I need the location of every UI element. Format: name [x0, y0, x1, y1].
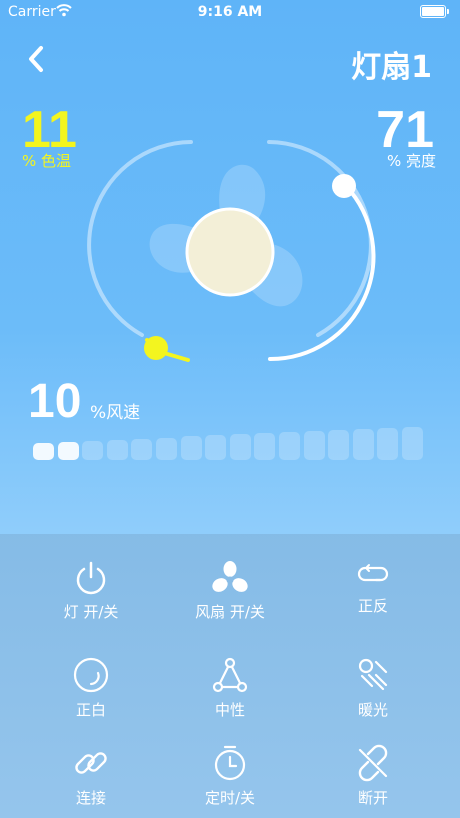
fan-toggle-button[interactable]: 风扇 开/关: [155, 560, 305, 622]
link-icon: [75, 752, 107, 774]
connect-label: 连接: [75, 789, 106, 807]
speed-segment[interactable]: [402, 426, 423, 460]
light-toggle-label: 灯 开/关: [63, 603, 119, 621]
speed-segment[interactable]: [82, 440, 104, 460]
brightness-label: % 亮度: [386, 152, 436, 170]
brightness-value: 71: [376, 101, 434, 159]
brightness-knob[interactable]: [332, 174, 356, 198]
speed-segment[interactable]: [328, 429, 350, 460]
timer-icon: [214, 745, 246, 781]
power-icon: [76, 561, 106, 595]
white-light-button[interactable]: 正白: [16, 656, 166, 720]
control-panel: 灯 开/关 风扇 开/关 正反 正白 中性 暖光 连接 定时/关 断开: [0, 534, 460, 818]
fan-icon: [212, 561, 248, 592]
page-title: 灯扇1: [351, 50, 432, 85]
neutral-light-label: 中性: [214, 701, 245, 719]
speed-segment[interactable]: [106, 439, 128, 460]
speed-segment[interactable]: [352, 428, 374, 460]
loop-icon: [357, 564, 389, 582]
timer-label: 定时/关: [204, 789, 256, 807]
triangle-nodes-icon: [212, 657, 248, 693]
speed-segment[interactable]: [229, 434, 251, 460]
speed-segment[interactable]: [156, 437, 177, 460]
unlink-icon: [358, 744, 388, 782]
speed-segment[interactable]: [279, 432, 300, 460]
color-temp-knob[interactable]: [144, 336, 168, 360]
warm-light-icon: [358, 658, 388, 691]
battery-icon: [420, 5, 449, 18]
timer-button[interactable]: 定时/关: [155, 744, 305, 808]
warm-light-label: 暖光: [357, 701, 388, 719]
reverse-label: 正反: [357, 597, 388, 615]
white-light-label: 正白: [75, 701, 106, 719]
color-temp-value: 11: [22, 101, 77, 159]
light-bulb-center: [185, 207, 275, 297]
fan-toggle-label: 风扇 开/关: [195, 603, 265, 621]
light-toggle-button[interactable]: 灯 开/关: [16, 560, 166, 622]
clock: 9:16 AM: [197, 4, 263, 20]
circle-arc-icon: [73, 657, 109, 693]
neutral-light-button[interactable]: 中性: [155, 656, 305, 720]
speed-segment[interactable]: [33, 443, 54, 460]
speed-segment[interactable]: [303, 430, 325, 460]
speed-segment[interactable]: [131, 438, 153, 460]
speed-segment[interactable]: [377, 427, 399, 460]
speed-segment[interactable]: [254, 433, 276, 460]
brightness-arc-track: [267, 140, 373, 337]
color-temp-label: % 色温: [22, 152, 72, 170]
speed-segment[interactable]: [205, 435, 227, 460]
fan-speed-value: 10: [28, 375, 82, 428]
speed-segment[interactable]: [57, 441, 79, 460]
disconnect-button[interactable]: 断开: [298, 744, 448, 808]
back-chevron-icon[interactable]: [22, 42, 52, 76]
fan-speed-slider[interactable]: [33, 426, 433, 462]
fan-speed-label: %风速: [90, 403, 141, 423]
control-dial[interactable]: [80, 130, 380, 380]
status-bar: Carrier 9:16 AM: [0, 0, 460, 24]
speed-segment[interactable]: [180, 436, 202, 460]
reverse-button[interactable]: 正反: [298, 560, 448, 616]
connect-button[interactable]: 连接: [16, 744, 166, 808]
warm-light-button[interactable]: 暖光: [298, 656, 448, 720]
disconnect-label: 断开: [357, 789, 388, 807]
